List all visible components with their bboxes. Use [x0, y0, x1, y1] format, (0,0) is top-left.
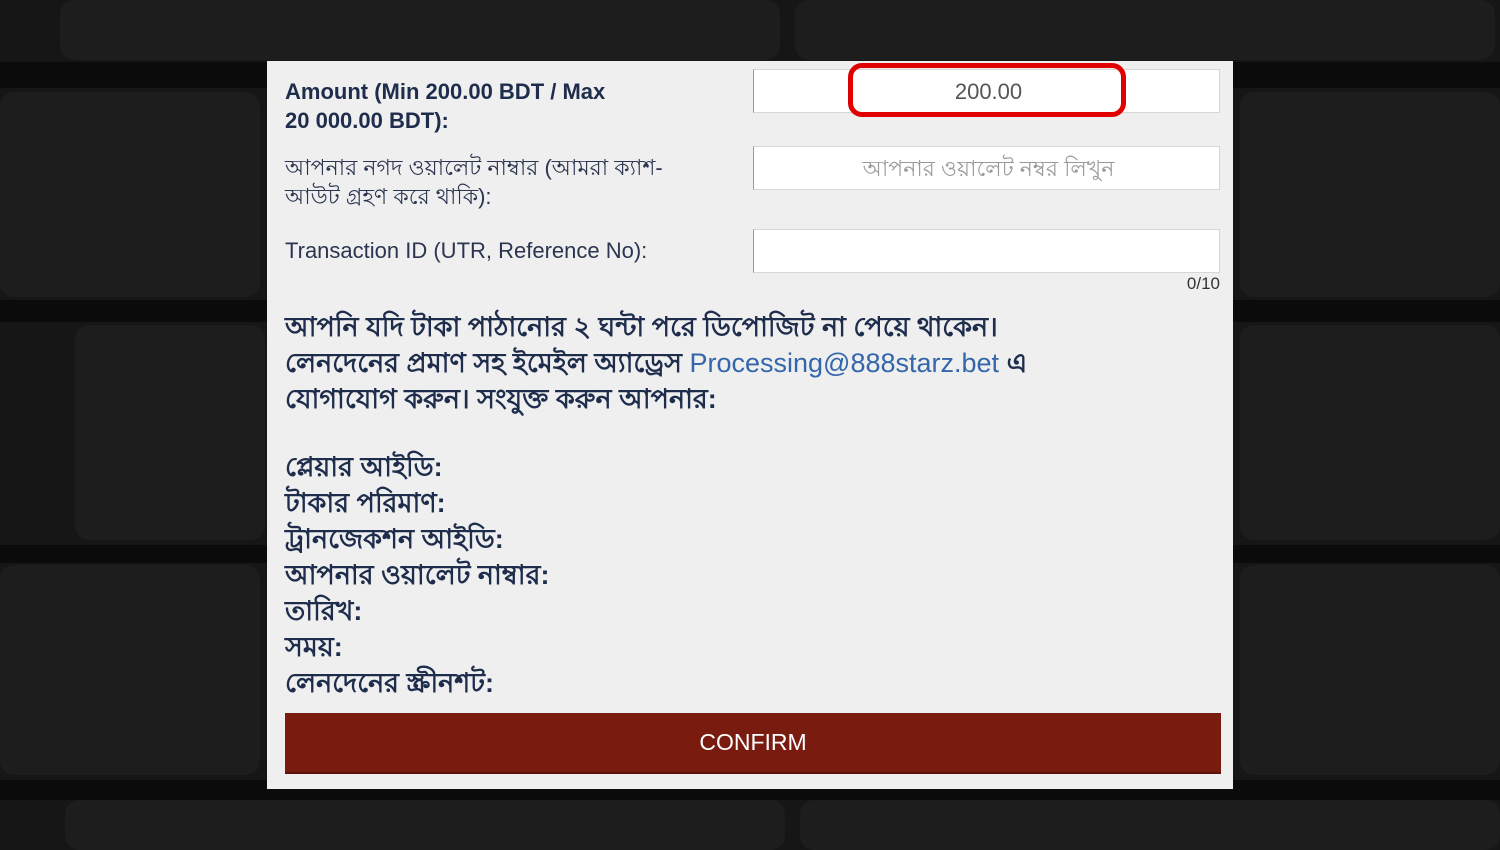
wallet-label-line2: আউট গ্রহণ করে থাকি):	[285, 184, 492, 209]
detail-transaction-id: ট্রানজেকশন আইডি:	[285, 524, 504, 554]
notice-line2-end: এ	[1006, 348, 1028, 378]
wallet-number-input[interactable]	[754, 147, 1223, 191]
amount-label-line2: 20 000.00 BDT):	[285, 108, 449, 133]
detail-date: তারিখ:	[285, 596, 363, 626]
required-details-list: প্লেয়ার আইডি: টাকার পরিমাণ: ট্রানজেকশন …	[285, 449, 885, 701]
brick	[1240, 325, 1500, 540]
confirm-button[interactable]: CONFIRM	[285, 713, 1221, 774]
brick	[795, 0, 1495, 60]
brick	[1240, 92, 1500, 297]
amount-label: Amount (Min 200.00 BDT / Max 20 000.00 B…	[285, 77, 605, 135]
transaction-char-counter: 0/10	[1186, 274, 1220, 293]
brick	[0, 565, 260, 775]
detail-time: সময়:	[285, 632, 343, 662]
notice-line2-start: লেনদেনের প্রমাণ সহ ইমেইল অ্যাড্রেস	[285, 348, 682, 378]
wallet-label: আপনার নগদ ওয়ালেট নাম্বার (আমরা ক্যাশ- আ…	[285, 153, 663, 211]
detail-player-id: প্লেয়ার আইডি:	[285, 452, 443, 482]
detail-screenshot: লেনদেনের স্ক্রীনশট:	[285, 668, 494, 698]
brick	[0, 92, 260, 297]
transaction-field[interactable]	[753, 229, 1223, 274]
wallet-field[interactable]	[753, 146, 1223, 191]
brick	[800, 800, 1500, 850]
brick	[75, 325, 265, 540]
deposit-notice: আপনি যদি টাকা পাঠানোর ২ ঘন্টা পরে ডিপোজি…	[285, 309, 1185, 417]
transaction-label: Transaction ID (UTR, Reference No):	[285, 238, 648, 263]
notice-line3: যোগাযোগ করুন। সংযুক্ত করুন আপনার:	[285, 384, 717, 414]
deposit-form-panel: Amount (Min 200.00 BDT / Max 20 000.00 B…	[267, 61, 1233, 789]
support-email-link[interactable]: Processing@888starz.bet	[689, 348, 999, 378]
brick	[65, 800, 785, 850]
amount-label-line1: Amount (Min 200.00 BDT / Max	[285, 79, 606, 104]
notice-line2: লেনদেনের প্রমাণ সহ ইমেইল অ্যাড্রেস Proce…	[285, 345, 1185, 381]
brick	[1240, 565, 1500, 775]
detail-wallet-number: আপনার ওয়ালেট নাম্বার:	[285, 560, 550, 590]
wallet-label-line1: আপনার নগদ ওয়ালেট নাম্বার (আমরা ক্যাশ-	[285, 155, 663, 180]
detail-amount: টাকার পরিমাণ:	[285, 488, 446, 518]
transaction-id-input[interactable]	[754, 230, 1223, 274]
notice-line1: আপনি যদি টাকা পাঠানোর ২ ঘন্টা পরে ডিপোজি…	[285, 312, 998, 342]
amount-highlight-annotation	[848, 63, 1126, 117]
brick	[60, 0, 780, 60]
